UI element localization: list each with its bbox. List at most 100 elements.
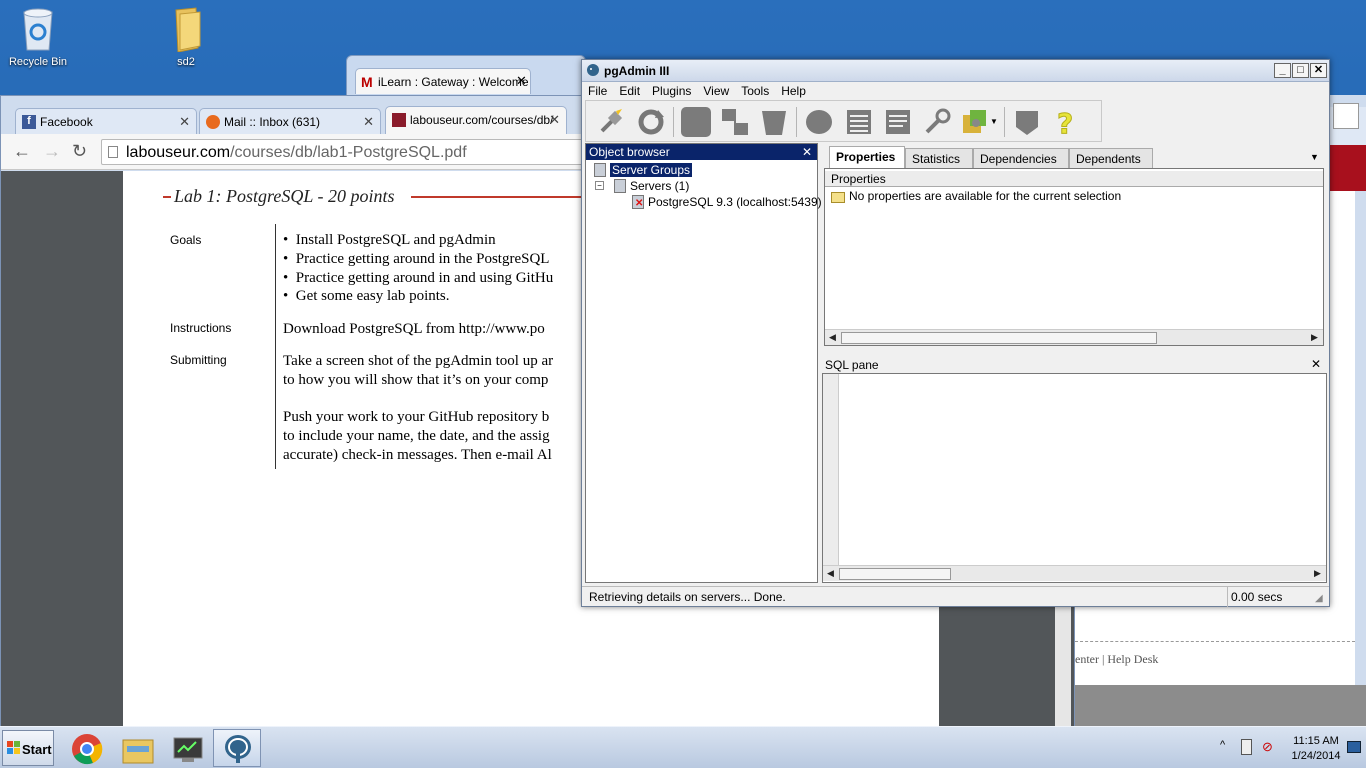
taskbar: Start ^ ⊘ 11:15 AM 1/24/2014: [0, 726, 1366, 768]
chevron-down-icon[interactable]: ▼: [990, 117, 998, 126]
close-icon[interactable]: ✕: [1311, 357, 1321, 371]
servers-icon: [614, 179, 626, 193]
clock-time: 11:15 AM: [1293, 735, 1339, 747]
desktop-icon-recycle-bin[interactable]: Recycle Bin: [0, 6, 76, 68]
tab-dependencies[interactable]: Dependencies: [973, 148, 1069, 168]
svg-text:?: ?: [1057, 107, 1073, 137]
reload-icon[interactable]: ↻: [72, 141, 87, 162]
start-button[interactable]: Start: [2, 730, 54, 766]
menu-help[interactable]: Help: [775, 82, 812, 100]
detail-tabs: Properties Statistics Dependencies Depen…: [824, 146, 1327, 168]
properties-icon[interactable]: [681, 107, 711, 137]
windows-logo-icon: [7, 741, 20, 754]
volume-muted-icon[interactable]: ⊘: [1262, 739, 1273, 755]
tab-dependents[interactable]: Dependents: [1069, 148, 1153, 168]
refresh-icon[interactable]: [636, 107, 666, 137]
connect-icon[interactable]: [596, 107, 626, 137]
ilearn-tab-label: iLearn : Gateway : Welcome: [378, 75, 529, 89]
taskbar-pgadmin[interactable]: [213, 729, 261, 767]
bookmark-icon[interactable]: [1333, 103, 1359, 129]
menu-tools[interactable]: Tools: [735, 82, 775, 100]
pgadmin-window: pgAdmin III _ □ ✕ File Edit Plugins View Too…: [581, 59, 1330, 607]
view-data-icon[interactable]: [844, 107, 874, 137]
menu-plugins[interactable]: Plugins: [646, 82, 697, 100]
start-label: Start: [22, 742, 52, 757]
facebook-icon: f: [22, 115, 36, 129]
pgadmin-titlebar: pgAdmin III _ □ ✕: [582, 60, 1329, 82]
goal-item: • Practice getting around in and using G…: [283, 270, 554, 286]
properties-scrollbar[interactable]: ◀ ▶: [825, 329, 1323, 345]
instructions-text: Download PostgreSQL from http://www.po: [283, 321, 545, 337]
maintenance-icon[interactable]: [922, 107, 952, 137]
red-banner: [1329, 145, 1366, 191]
desktop-icon-sd2[interactable]: sd2: [148, 6, 224, 68]
tray-expand-icon[interactable]: ^: [1220, 739, 1225, 751]
hint-icon[interactable]: [1012, 107, 1042, 137]
monitor-icon: [172, 736, 204, 767]
title-rule: [163, 196, 171, 198]
tab-statistics[interactable]: Statistics: [905, 148, 973, 168]
goal-item: • Practice getting around in the Postgre…: [283, 251, 550, 267]
create-object-icon[interactable]: [720, 107, 750, 137]
properties-message: No properties are available for the curr…: [831, 189, 1121, 203]
drop-object-icon[interactable]: [759, 107, 789, 137]
submitting-line: accurate) check-in messages. Then e-mail…: [283, 447, 552, 463]
close-button[interactable]: ✕: [1310, 63, 1327, 78]
server-group-icon: [594, 163, 606, 177]
goal-item: • Install PostgreSQL and pgAdmin: [283, 232, 496, 248]
plugins-icon[interactable]: [960, 107, 990, 137]
tree-item-servers[interactable]: Servers (1): [614, 179, 689, 193]
status-time: 0.00 secs: [1231, 590, 1283, 604]
tree-item-postgresql-server[interactable]: ✕ PostgreSQL 9.3 (localhost:5439): [632, 195, 822, 209]
filtered-data-icon[interactable]: [883, 107, 913, 137]
submitting-line: Take a screen shot of the pgAdmin tool u…: [283, 353, 554, 369]
maximize-button[interactable]: □: [1292, 63, 1309, 78]
sql-gutter: [823, 374, 839, 566]
tree-item-server-groups[interactable]: Server Groups: [594, 163, 693, 177]
window-title: pgAdmin III: [604, 64, 670, 78]
properties-pane[interactable]: Properties No properties are available f…: [824, 168, 1324, 346]
desktop-icon-label: sd2: [177, 56, 195, 68]
object-browser[interactable]: Object browser ✕ Server Groups − Servers…: [585, 143, 822, 583]
status-message: Retrieving details on servers... Done.: [589, 590, 786, 604]
status-bar: Retrieving details on servers... Done. 0…: [582, 586, 1329, 607]
ilearn-icon: M: [361, 74, 373, 90]
submitting-line: to how you will show that it’s on your c…: [283, 372, 549, 388]
server-disconnected-icon: ✕: [632, 195, 644, 209]
forward-icon[interactable]: →: [43, 141, 61, 162]
close-icon[interactable]: ✕: [802, 145, 812, 159]
sql-pane[interactable]: ◀ ▶: [822, 373, 1327, 583]
ilearn-tab[interactable]: M iLearn : Gateway : Welcome ✕: [355, 68, 531, 94]
submitting-line: to include your name, the date, and the …: [283, 428, 550, 444]
object-browser-caption: Object browser: [586, 144, 817, 160]
tree-collapse-toggle[interactable]: −: [595, 181, 604, 190]
battery-icon[interactable]: [1241, 739, 1252, 755]
show-desktop-icon[interactable]: [1347, 741, 1361, 753]
help-desk-link[interactable]: enter | Help Desk: [1075, 652, 1158, 667]
menu-bar: File Edit Plugins View Tools Help: [582, 82, 1329, 100]
pdf-title: Lab 1: PostgreSQL - 20 points: [174, 186, 395, 206]
viewer-scrollbar[interactable]: [1055, 596, 1071, 726]
submitting-label: Submitting: [170, 353, 227, 367]
sql-scrollbar[interactable]: ◀ ▶: [823, 565, 1326, 581]
help-icon[interactable]: ?: [1050, 107, 1080, 141]
chevron-down-icon[interactable]: ▼: [1310, 152, 1319, 162]
tab-properties[interactable]: Properties: [829, 146, 905, 168]
clock-date: 1/24/2014: [1291, 750, 1341, 762]
minimize-button[interactable]: _: [1274, 63, 1291, 78]
goal-item: • Get some easy lab points.: [283, 288, 450, 304]
close-icon[interactable]: ✕: [516, 73, 527, 89]
system-clock[interactable]: 11:15 AM 1/24/2014: [1282, 734, 1350, 764]
taskbar-system-tool[interactable]: [163, 729, 211, 767]
back-icon[interactable]: ←: [13, 141, 31, 162]
taskbar-explorer[interactable]: [113, 729, 161, 767]
sql-query-icon[interactable]: [804, 107, 834, 137]
menu-edit[interactable]: Edit: [613, 82, 646, 100]
resize-grip-icon[interactable]: ◢: [1315, 593, 1323, 604]
taskbar-chrome[interactable]: [62, 729, 110, 767]
instructions-label: Instructions: [170, 321, 232, 335]
menu-file[interactable]: File: [582, 82, 613, 100]
folder-icon: [122, 736, 154, 767]
menu-view[interactable]: View: [697, 82, 735, 100]
section-divider: [275, 224, 276, 469]
